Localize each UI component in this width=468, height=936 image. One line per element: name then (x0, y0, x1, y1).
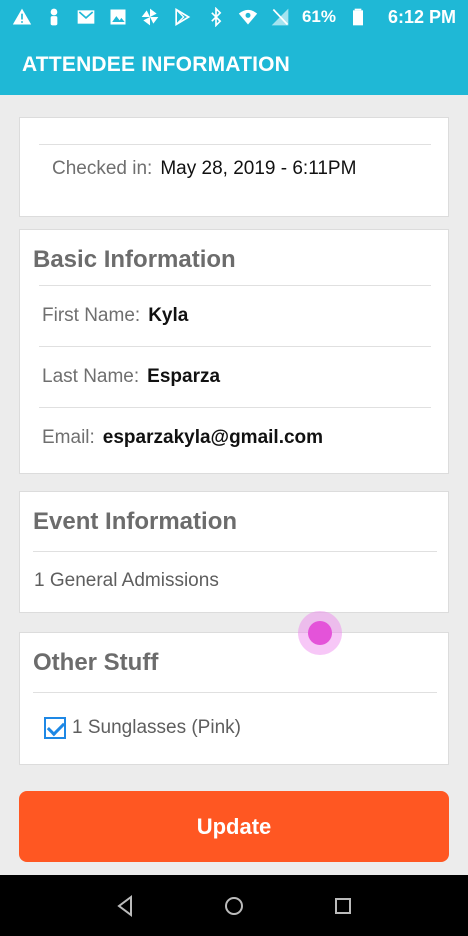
battery-icon (348, 7, 368, 27)
basic-information-card: Basic Information First Name: Kyla Last … (19, 229, 449, 474)
image-icon (108, 7, 128, 27)
email-row: Email: esparzakyla@gmail.com (42, 427, 323, 449)
last-name-value: Esparza (147, 366, 221, 387)
last-name-row: Last Name: Esparza (42, 366, 220, 388)
content: Checked in: May 28, 2019 - 6:11PM Basic … (0, 95, 468, 875)
sunglasses-checkbox-row[interactable]: 1 Sunglasses (Pink) (44, 717, 241, 739)
navigation-bar (0, 875, 468, 936)
divider (39, 407, 431, 408)
signal-icon (270, 7, 290, 27)
divider (33, 551, 437, 552)
checkin-card: Checked in: May 28, 2019 - 6:11PM (19, 117, 449, 217)
play-store-icon (172, 7, 192, 27)
bluetooth-icon (206, 7, 226, 27)
recents-button[interactable] (323, 886, 363, 926)
email-label: Email: (42, 427, 95, 448)
status-bar: 61% 6:12 PM (0, 0, 468, 34)
event-ticket-item: 1 General Admissions (34, 570, 219, 591)
basic-information-title: Basic Information (33, 246, 236, 273)
warning-icon (12, 7, 32, 27)
gmail-icon (76, 7, 96, 27)
first-name-value: Kyla (148, 305, 189, 326)
event-information-title: Event Information (33, 508, 238, 535)
battery-percent: 61% (301, 7, 336, 26)
page-title: ATTENDEE INFORMATION (22, 52, 291, 76)
update-button[interactable]: Update (19, 791, 449, 862)
wifi-icon (238, 7, 258, 27)
sunglasses-checkbox[interactable] (44, 717, 66, 739)
email-value: esparzakyla@gmail.com (102, 427, 324, 448)
divider (33, 692, 437, 693)
status-bar-right: 61% 6:12 PM (206, 7, 456, 28)
divider (39, 346, 431, 347)
other-stuff-title: Other Stuff (33, 649, 159, 676)
back-icon (116, 894, 132, 917)
back-button[interactable] (105, 886, 145, 926)
other-stuff-card: Other Stuff 1 Sunglasses (Pink) (19, 632, 449, 765)
checkin-row: Checked in: May 28, 2019 - 6:11PM (52, 158, 356, 180)
status-time: 6:12 PM (387, 6, 456, 27)
divider (39, 285, 431, 286)
status-bar-left (12, 7, 192, 27)
first-name-row: First Name: Kyla (42, 305, 188, 327)
home-icon (224, 896, 243, 915)
checkin-label: Checked in: (52, 158, 153, 179)
last-name-label: Last Name: (42, 366, 140, 387)
first-name-label: First Name: (42, 305, 141, 326)
checkin-value: May 28, 2019 - 6:11PM (160, 158, 357, 179)
pinwheel-icon (140, 7, 160, 27)
touch-indicator-dot (308, 621, 332, 645)
event-information-card: Event Information 1 General Admissions (19, 491, 449, 613)
person-icon (44, 7, 64, 27)
sunglasses-label: 1 Sunglasses (Pink) (72, 717, 241, 738)
divider (39, 144, 431, 145)
app-bar: ATTENDEE INFORMATION (0, 34, 468, 95)
recents-icon (335, 897, 352, 914)
home-button[interactable] (214, 886, 254, 926)
